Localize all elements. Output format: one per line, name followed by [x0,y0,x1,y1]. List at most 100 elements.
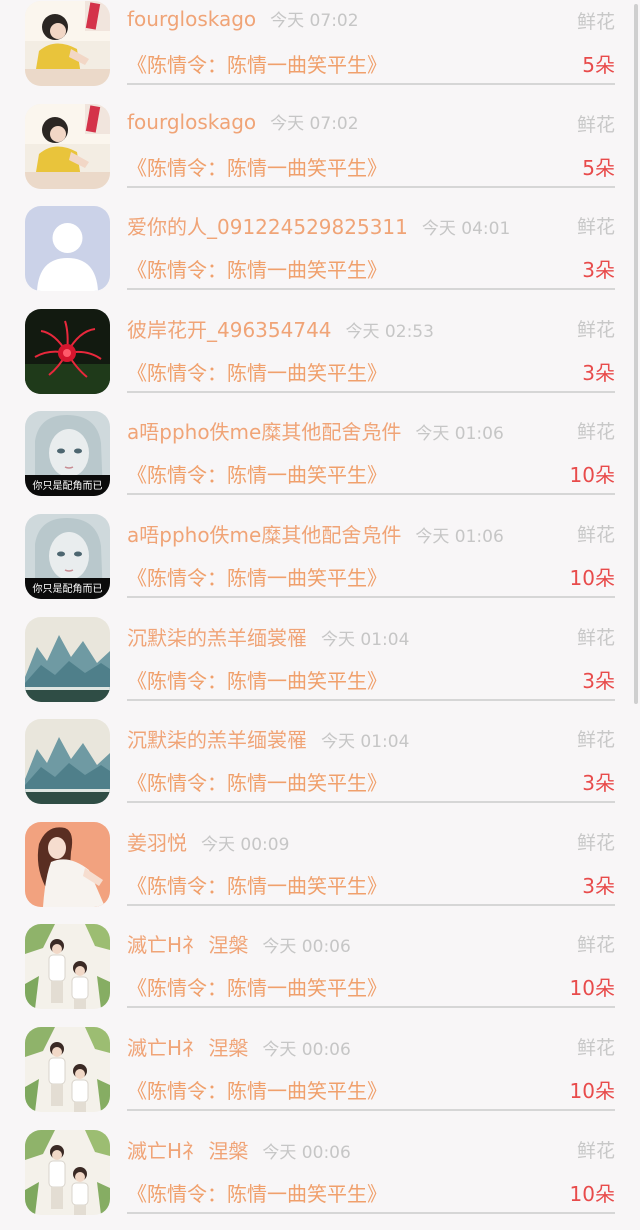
girl-reading-avatar [25,1,110,86]
timestamp: 今天 01:06 [415,424,504,445]
divider [127,1211,615,1214]
gift-type-label: 鲜花 [576,523,615,546]
username[interactable]: 滅亡H礻 涅槃 今天 00:06 [127,1135,351,1164]
gift-type-label: 鲜花 [576,318,615,341]
divider [127,1006,615,1009]
timestamp: 今天 00:09 [201,834,290,855]
list-item[interactable]: 滅亡H礻 涅槃 今天 00:06 鲜花 《陈情令：陈情一曲笑平生》 10朵 [0,922,640,1025]
list-item[interactable]: 沉默柒的羔羊缅裳罹 今天 01:04 鲜花 《陈情令：陈情一曲笑平生》 3朵 [0,717,640,820]
username[interactable]: a唔ppho佚me糜其他配舍凫件 今天 01:06 [127,416,504,445]
gift-type-label: 鲜花 [576,1139,615,1162]
gift-type-label: 鲜花 [576,216,615,239]
avatar[interactable] [25,924,110,1010]
scrollbar[interactable] [634,4,638,704]
landscape-avatar [25,719,110,805]
gift-record-list: fourgloskago 今天 07:02 鲜花 《陈情令：陈情一曲笑平生》 5朵… [0,0,640,1230]
list-item[interactable]: 你只是配角而已 a唔ppho佚me糜其他配舍凫件 今天 01:06 鲜花 《陈情令… [0,512,640,615]
book-title-link[interactable]: 《陈情令：陈情一曲笑平生》 [127,152,387,181]
gift-type-label: 鲜花 [576,421,615,444]
gift-count: 5朵 [582,53,615,77]
book-title-link[interactable]: 《陈情令：陈情一曲笑平生》 [127,254,387,283]
divider [127,903,615,906]
timestamp: 今天 01:04 [321,629,410,650]
avatar[interactable] [25,1,110,86]
list-item[interactable]: 滅亡H礻 涅槃 今天 00:06 鲜花 《陈情令：陈情一曲笑平生》 10朵 [0,1025,640,1128]
username[interactable]: 滅亡H礻 涅槃 今天 00:06 [127,1032,351,1061]
gift-count: 5朵 [582,155,615,180]
gift-count: 3朵 [582,258,615,283]
username[interactable]: 沉默柒的羔羊缅裳罹 今天 01:04 [127,724,409,753]
book-title-link[interactable]: 《陈情令：陈情一曲笑平生》 [127,972,387,1001]
gift-count: 3朵 [582,360,615,385]
timestamp: 今天 00:06 [262,937,351,958]
divider [127,801,615,804]
red-flower-avatar [25,308,110,394]
timestamp: 今天 01:06 [415,526,504,547]
list-item[interactable]: 沉默柒的羔羊缅裳罹 今天 01:04 鲜花 《陈情令：陈情一曲笑平生》 3朵 [0,615,640,718]
gift-type-label: 鲜花 [576,729,615,752]
book-title-link[interactable]: 《陈情令：陈情一曲笑平生》 [127,665,387,694]
username[interactable]: 滅亡H礻 涅槃 今天 00:06 [127,929,351,958]
list-item[interactable]: 滅亡H礻 涅槃 今天 00:06 鲜花 《陈情令：陈情一曲笑平生》 10朵 [0,1128,640,1230]
list-item[interactable]: 你只是配角而已 a唔ppho佚me糜其他配舍凫件 今天 01:06 鲜花 《陈情令… [0,409,640,512]
gift-type-label: 鲜花 [576,934,615,957]
avatar[interactable] [25,308,110,394]
gift-type-label: 鲜花 [576,626,615,649]
avatar[interactable]: 你只是配角而已 [25,411,110,497]
book-title-link[interactable]: 《陈情令：陈情一曲笑平生》 [127,767,387,796]
gift-count: 10朵 [569,1181,615,1206]
avatar[interactable] [25,616,110,702]
list-item[interactable]: 爱你的人_091224529825311 今天 04:01 鲜花 《陈情令：陈情一… [0,204,640,307]
default-user-avatar [25,206,110,292]
divider [127,288,615,291]
username[interactable]: a唔ppho佚me糜其他配舍凫件 今天 01:06 [127,519,504,548]
book-title-link[interactable]: 《陈情令：陈情一曲笑平生》 [127,459,387,488]
username[interactable]: fourgloskago 今天 07:02 [127,6,359,31]
avatar[interactable] [25,821,110,907]
username[interactable]: 彼岸花开_496354744 今天 02:53 [127,314,434,343]
two-boys-avatar [25,1026,110,1112]
anime-girl-avatar: 你只是配角而已 [25,513,110,599]
girl-reading-avatar [25,103,110,189]
username[interactable]: 姜羽悦 今天 00:09 [127,827,289,856]
list-item[interactable]: fourgloskago 今天 07:02 鲜花 《陈情令：陈情一曲笑平生》 5朵 [0,0,640,102]
gift-count: 3朵 [582,873,615,898]
timestamp: 今天 01:04 [321,732,410,753]
book-title-link[interactable]: 《陈情令：陈情一曲笑平生》 [127,1178,387,1207]
two-boys-avatar [25,1129,110,1215]
avatar[interactable] [25,103,110,189]
divider [127,390,615,393]
book-title-link[interactable]: 《陈情令：陈情一曲笑平生》 [127,49,387,78]
gift-count: 10朵 [569,1078,615,1103]
book-title-link[interactable]: 《陈情令：陈情一曲笑平生》 [127,562,387,591]
book-title-link[interactable]: 《陈情令：陈情一曲笑平生》 [127,870,387,899]
avatar[interactable] [25,1129,110,1215]
divider [127,185,615,188]
gift-type-label: 鲜花 [576,113,615,136]
avatar[interactable] [25,1026,110,1112]
list-item[interactable]: 姜羽悦 今天 00:09 鲜花 《陈情令：陈情一曲笑平生》 3朵 [0,820,640,923]
anime-girl-avatar: 你只是配角而已 [25,411,110,497]
book-title-link[interactable]: 《陈情令：陈情一曲笑平生》 [127,1075,387,1104]
gift-type-label: 鲜花 [576,1036,615,1059]
list-item[interactable]: fourgloskago 今天 07:02 鲜花 《陈情令：陈情一曲笑平生》 5朵 [0,102,640,205]
username[interactable]: 沉默柒的羔羊缅裳罹 今天 01:04 [127,622,409,651]
timestamp: 今天 04:01 [421,219,511,240]
avatar[interactable] [25,206,110,292]
divider [127,595,615,598]
username[interactable]: 爱你的人_091224529825311 今天 04:01 [127,211,510,240]
timestamp: 今天 07:02 [270,11,359,31]
gift-count: 3朵 [582,771,615,796]
gift-count: 10朵 [569,463,615,488]
avatar-caption: 你只是配角而已 [33,479,103,492]
timestamp: 今天 07:02 [270,113,359,134]
landscape-avatar [25,616,110,702]
avatar[interactable]: 你只是配角而已 [25,513,110,599]
book-title-link[interactable]: 《陈情令：陈情一曲笑平生》 [127,357,387,386]
list-item[interactable]: 彼岸花开_496354744 今天 02:53 鲜花 《陈情令：陈情一曲笑平生》 … [0,307,640,410]
woman-portrait-avatar [25,821,110,907]
username[interactable]: fourgloskago 今天 07:02 [127,109,359,134]
gift-count: 10朵 [569,976,615,1001]
avatar[interactable] [25,719,110,805]
gift-type-label: 鲜花 [576,11,615,33]
